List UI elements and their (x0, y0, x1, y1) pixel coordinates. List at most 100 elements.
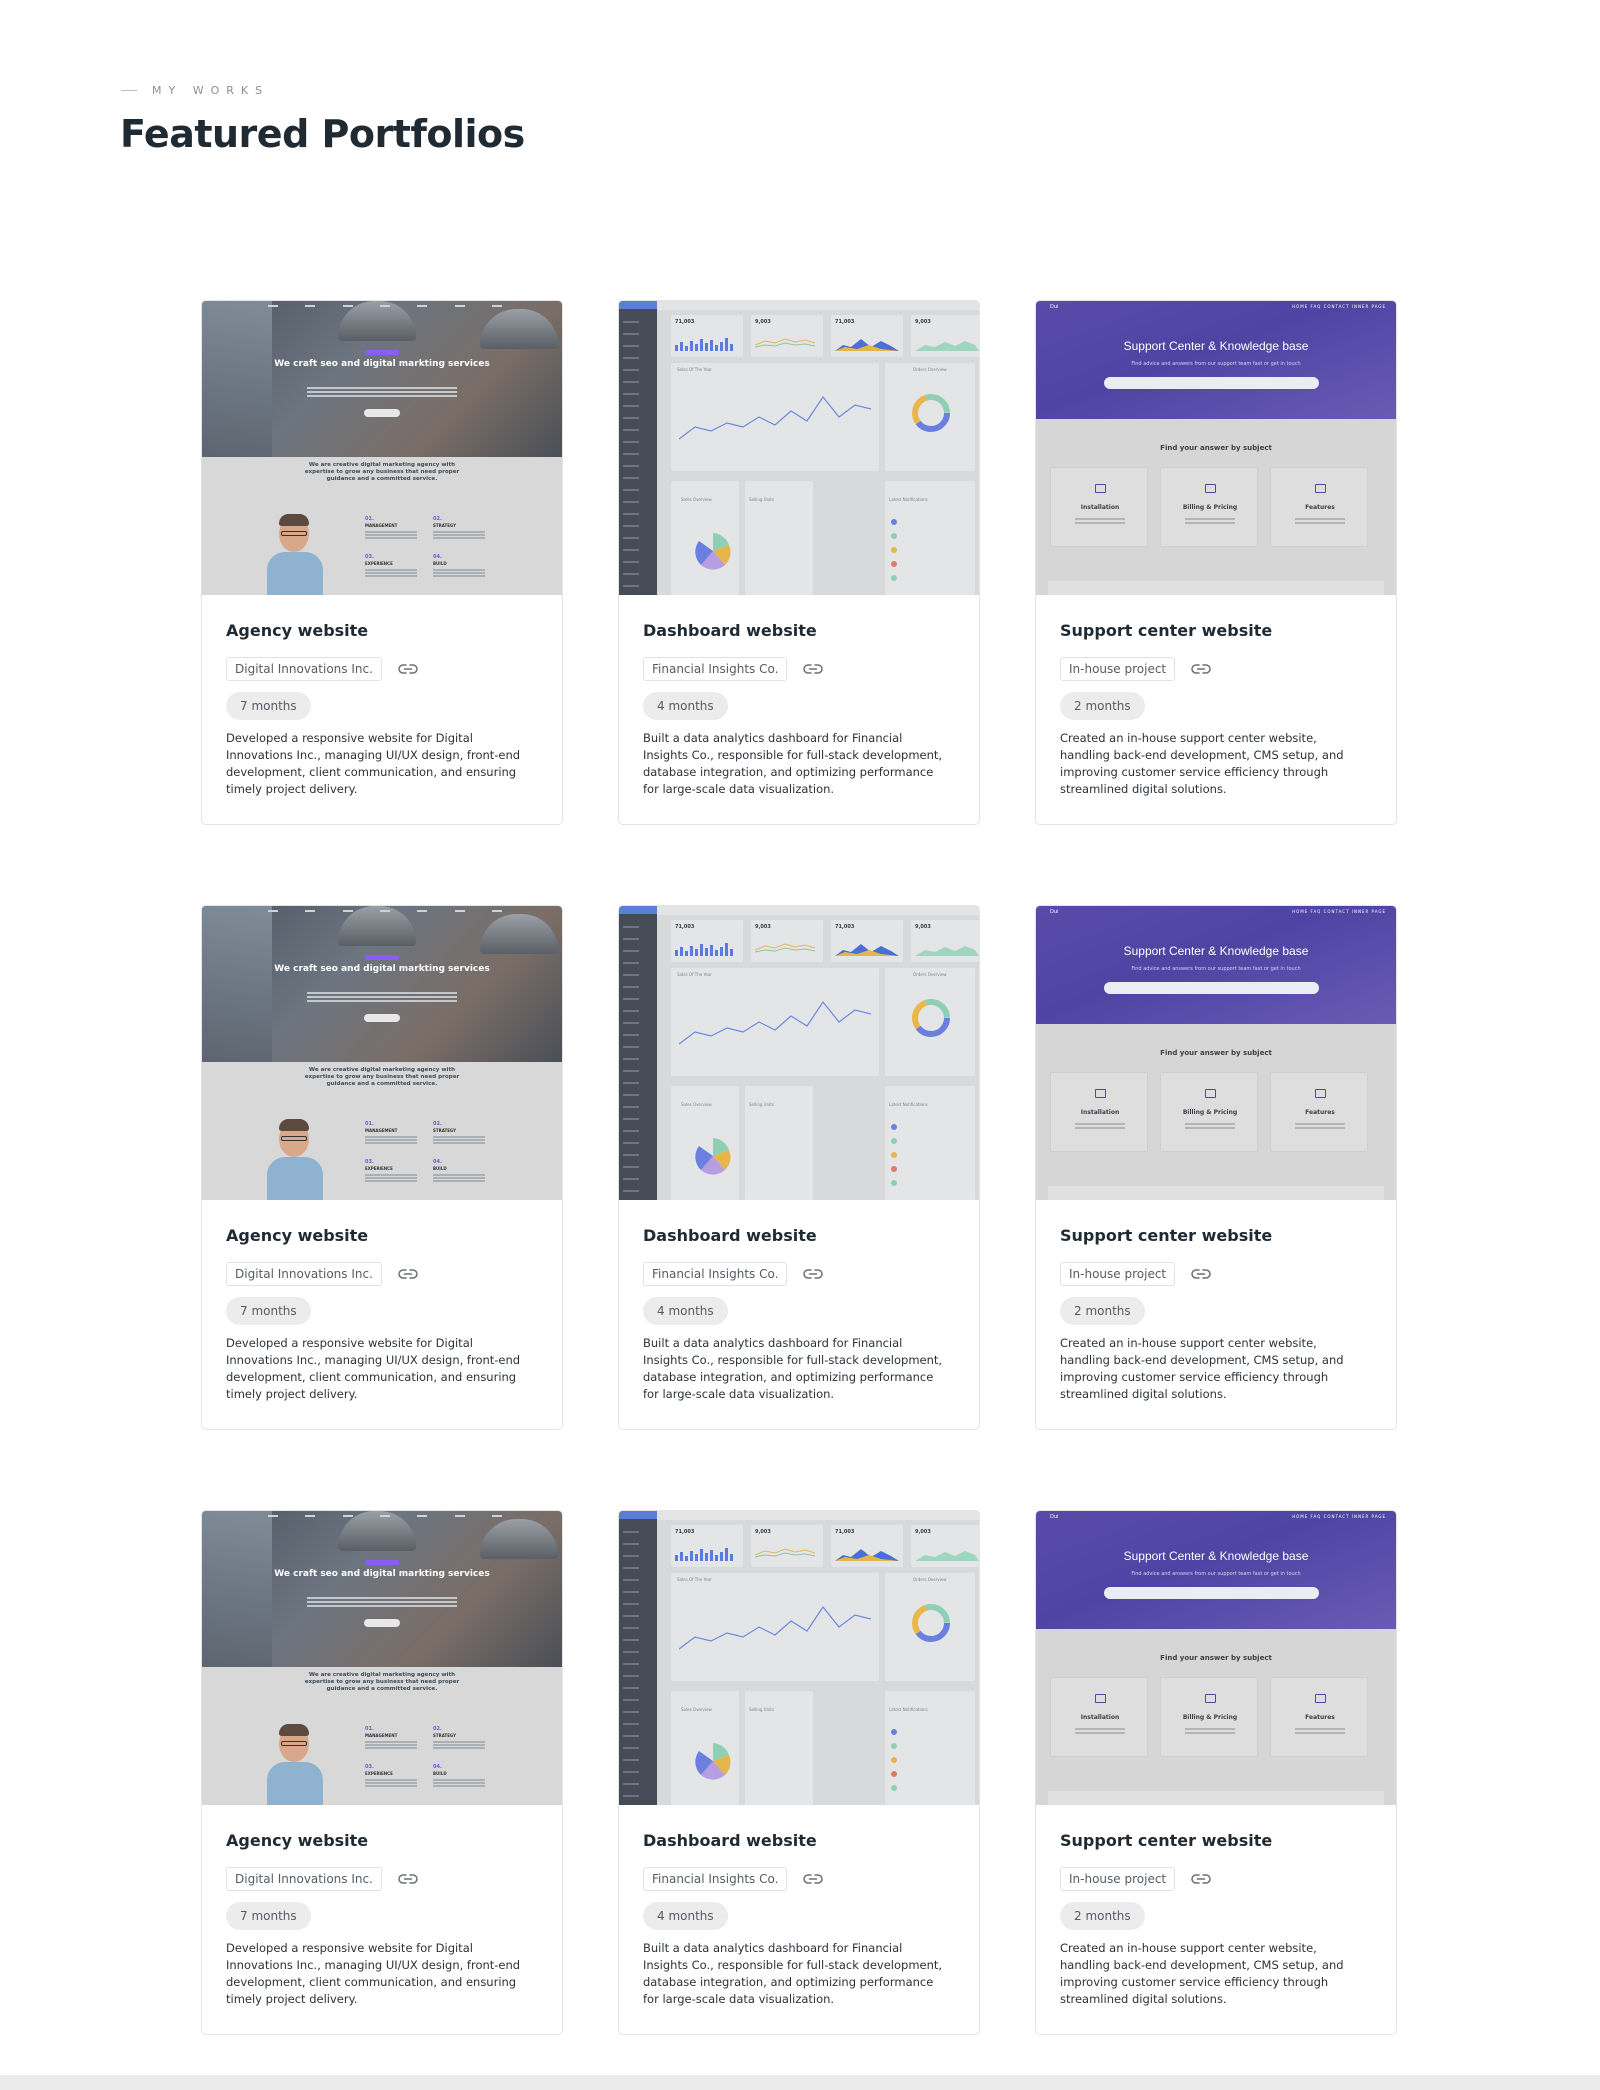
tile-icon (1315, 484, 1326, 493)
subject-tile: Billing & Pricing (1160, 1072, 1258, 1152)
notifications-title: Latest Notifications (889, 1102, 928, 1107)
portfolio-meta: Digital Innovations Inc. (226, 1866, 538, 1892)
notification-dot (891, 1785, 897, 1791)
portfolio-thumbnail[interactable]: 71,003 9,003 71,003 9,003 Sales Of The Y… (619, 906, 979, 1200)
mini-area-chart (835, 339, 899, 351)
subject-tile: Features (1270, 1677, 1368, 1757)
preview-find-heading: Find your answer by subject (1160, 444, 1272, 452)
duration-badge: 7 months (226, 692, 311, 720)
portfolio-card-body: Support center website In-house project … (1036, 1200, 1396, 1403)
portfolio-thumbnail[interactable]: We craft seo and digital markting servic… (202, 906, 562, 1200)
portfolio-title[interactable]: Dashboard website (643, 621, 955, 643)
portfolio-card[interactable]: Dui HOME FAQ CONTACT INNER PAGE Support … (1035, 300, 1397, 825)
tile-title: Features (1305, 1714, 1335, 1721)
portfolio-title[interactable]: Dashboard website (643, 1831, 955, 1853)
portfolio-title[interactable]: Agency website (226, 621, 538, 643)
tile-text (1185, 518, 1235, 520)
preview-badge (365, 1560, 399, 1565)
portfolio-card[interactable]: Dui HOME FAQ CONTACT INNER PAGE Support … (1035, 905, 1397, 1430)
link-icon[interactable] (1191, 1264, 1211, 1284)
portfolio-description: Built a data analytics dashboard for Fin… (643, 1941, 943, 2006)
portfolio-meta: In-house project (1060, 1866, 1372, 1892)
subject-tile: Installation (1050, 467, 1148, 547)
portfolio-card[interactable]: We craft seo and digital markting servic… (201, 905, 563, 1430)
link-icon[interactable] (398, 1264, 418, 1284)
preview-bottom-block (1048, 1791, 1384, 1805)
preview-hero-heading: Support Center & Knowledge base (1123, 1549, 1309, 1563)
portfolio-thumbnail[interactable]: We craft seo and digital markting servic… (202, 1511, 562, 1805)
dashboard-topbar (657, 906, 979, 915)
portfolio-description: Developed a responsive website for Digit… (226, 1941, 521, 2006)
orders-donut-chart (912, 394, 950, 432)
portfolio-card[interactable]: Dui HOME FAQ CONTACT INNER PAGE Support … (1035, 1510, 1397, 2035)
tile-icon (1095, 1694, 1106, 1703)
subject-tile: Features (1270, 1072, 1368, 1152)
link-icon[interactable] (803, 1869, 824, 1889)
portfolio-thumbnail[interactable]: 71,003 9,003 71,003 9,003 Sales Of The Y… (619, 301, 979, 595)
portfolio-title[interactable]: Support center website (1060, 1831, 1372, 1853)
preview-hero-text (307, 992, 457, 994)
selling-units-title: Selling Units (749, 1707, 774, 1712)
duration-badge: 4 months (643, 1297, 728, 1325)
mini-area-chart (835, 944, 899, 956)
preview-hero-text (307, 387, 457, 389)
preview-badge (365, 955, 399, 960)
preview-service-item: 01. MANAGEMENT (365, 516, 425, 533)
preview-search-bar (1104, 377, 1319, 389)
link-icon[interactable] (803, 1264, 824, 1284)
portfolio-thumbnail[interactable]: 71,003 9,003 71,003 9,003 Sales Of The Y… (619, 1511, 979, 1805)
portfolio-title[interactable]: Dashboard website (643, 1226, 955, 1248)
notification-dot (891, 533, 897, 539)
preview-bottom-block (1048, 1186, 1384, 1200)
tile-title: Installation (1080, 1109, 1120, 1116)
notification-dot (891, 1166, 897, 1172)
tile-text (1075, 518, 1125, 520)
preview-search-bar (1104, 982, 1319, 994)
portfolio-title[interactable]: Agency website (226, 1226, 538, 1248)
portfolio-meta: Financial Insights Co. (643, 656, 955, 682)
portfolio-title[interactable]: Support center website (1060, 1226, 1372, 1248)
portfolio-card[interactable]: We craft seo and digital markting servic… (201, 1510, 563, 2035)
tile-text (1295, 1123, 1345, 1125)
preview-hero-button (364, 1619, 400, 1627)
portfolio-card-body: Agency website Digital Innovations Inc. … (202, 595, 562, 798)
portfolio-card[interactable]: 71,003 9,003 71,003 9,003 Sales Of The Y… (618, 1510, 980, 2035)
portfolio-title[interactable]: Agency website (226, 1831, 538, 1853)
preview-hero-heading: Support Center & Knowledge base (1123, 339, 1309, 353)
notification-dot (891, 1771, 897, 1777)
duration-badge: 2 months (1060, 1902, 1145, 1930)
preview-nav (268, 910, 502, 918)
stat-value: 71,003 (835, 1529, 855, 1535)
preview-badge (365, 350, 399, 355)
portfolio-card[interactable]: We craft seo and digital markting servic… (201, 300, 563, 825)
link-icon[interactable] (398, 659, 418, 679)
link-icon[interactable] (398, 1869, 418, 1889)
tile-text (1295, 518, 1345, 520)
portfolio-meta: Digital Innovations Inc. (226, 1261, 538, 1287)
duration-badge: 4 months (643, 1902, 728, 1930)
notification-dot (891, 1138, 897, 1144)
link-icon[interactable] (803, 659, 824, 679)
sales-overview-rose-chart (695, 1743, 731, 1780)
portfolio-thumbnail[interactable]: Dui HOME FAQ CONTACT INNER PAGE Support … (1036, 301, 1396, 595)
portfolio-thumbnail[interactable]: Dui HOME FAQ CONTACT INNER PAGE Support … (1036, 906, 1396, 1200)
portfolio-meta: In-house project (1060, 656, 1372, 682)
link-icon[interactable] (1191, 1869, 1211, 1889)
notification-dot (891, 547, 897, 553)
footer-strip (0, 2075, 1600, 2090)
notification-dot (891, 1152, 897, 1158)
preview-hero-subtitle: Find advice and answers from our support… (1131, 966, 1301, 972)
preview-tagline: We are creative digital marketing agency… (304, 1067, 460, 1087)
portfolio-title[interactable]: Support center website (1060, 621, 1372, 643)
preview-service-item: 01. MANAGEMENT (365, 1121, 425, 1138)
preview-hero-heading: Support Center & Knowledge base (1123, 944, 1309, 958)
portfolio-card[interactable]: 71,003 9,003 71,003 9,003 Sales Of The Y… (618, 300, 980, 825)
portfolio-card[interactable]: 71,003 9,003 71,003 9,003 Sales Of The Y… (618, 905, 980, 1430)
portfolio-grid: We craft seo and digital markting servic… (201, 300, 1397, 2035)
preview-logo: Dui (1050, 1514, 1059, 1520)
portfolio-thumbnail[interactable]: Dui HOME FAQ CONTACT INNER PAGE Support … (1036, 1511, 1396, 1805)
link-icon[interactable] (1191, 659, 1211, 679)
portfolio-thumbnail[interactable]: We craft seo and digital markting servic… (202, 301, 562, 595)
person-illustration (267, 1724, 323, 1805)
client-tag: Financial Insights Co. (643, 1867, 788, 1891)
